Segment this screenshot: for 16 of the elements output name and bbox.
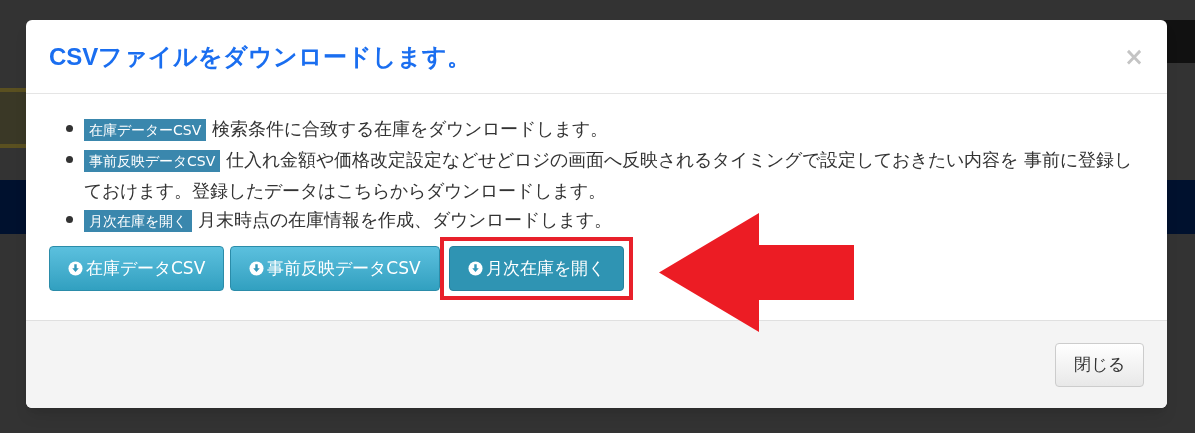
bullet-icon xyxy=(66,125,73,132)
bullet-icon xyxy=(66,156,73,163)
item-description: 月次在庫を開く 月末時点の在庫情報を作成、ダウンロードします。 xyxy=(84,205,612,236)
dialog-title: CSVファイルをダウンロードします。 xyxy=(49,41,472,72)
item-description: 事前反映データCSV 仕入れ金額や価格改定設定などせどロジの画面へ反映されるタイミングで設定しておきたい内容を 事前に登録しておけます。登録したデータはこちらからダウンロードします。 xyxy=(84,148,1133,203)
bullet-icon xyxy=(66,216,73,223)
download-button[interactable]: 月次在庫を開く xyxy=(448,246,624,291)
arrow-icon xyxy=(659,213,854,332)
close-dialog-button[interactable]: 閉じる xyxy=(1055,342,1144,387)
download-icon xyxy=(68,261,83,276)
download-icon xyxy=(467,261,483,276)
download-button[interactable]: 事前反映データCSV xyxy=(230,246,440,291)
download-icon xyxy=(249,261,265,276)
download-button[interactable]: 在庫データCSV xyxy=(49,246,225,291)
item-description: 在庫データーCSV 検索条件に合致する在庫をダウンロードします。 xyxy=(84,114,609,145)
close-button[interactable]: × xyxy=(1123,44,1144,69)
